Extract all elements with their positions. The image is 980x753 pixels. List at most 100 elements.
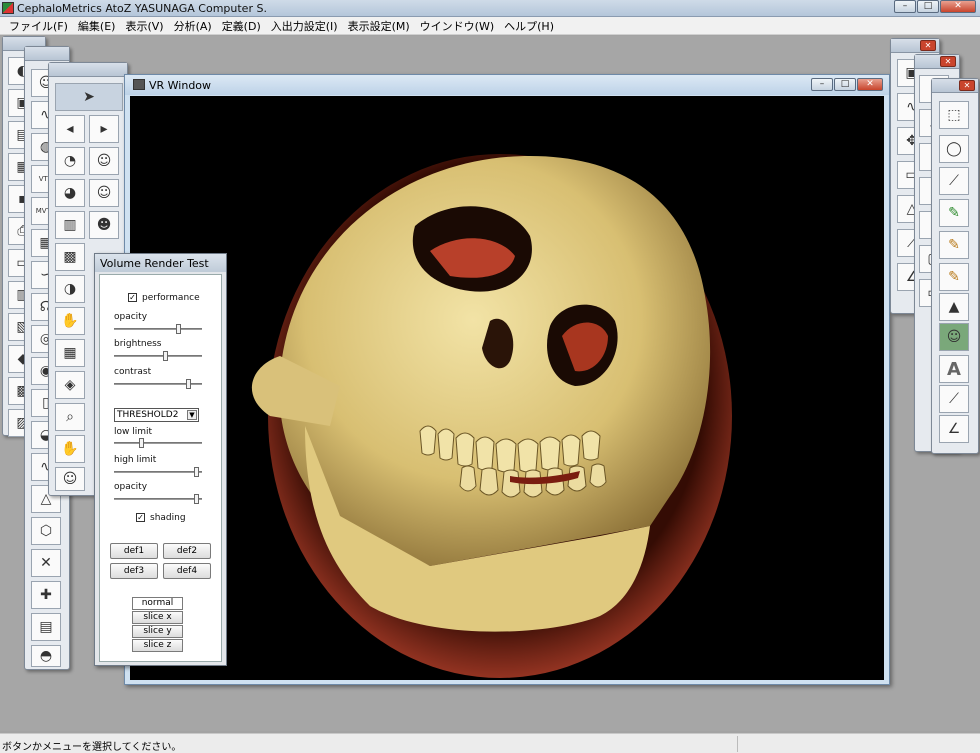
palette-titlebar[interactable] <box>25 47 69 61</box>
shading-checkbox[interactable]: ✓ <box>136 513 145 522</box>
slice-y-button[interactable]: slice y <box>132 625 183 638</box>
angle-tool-icon[interactable]: ∠ <box>939 415 969 443</box>
vrt-title: Volume Render Test <box>100 257 209 270</box>
status-pane <box>737 736 978 752</box>
menu-io-settings[interactable]: 入出力設定(I) <box>266 18 343 34</box>
face-frontal-icon[interactable]: ☺ <box>89 179 119 207</box>
photo-portrait-icon[interactable]: ☺ <box>939 323 969 351</box>
surface-icon[interactable]: ⬡ <box>31 517 61 545</box>
rotate-right-icon[interactable]: ▸ <box>89 115 119 143</box>
close-icon[interactable]: ✕ <box>940 56 956 67</box>
skull-lateral-icon[interactable]: ◔ <box>55 147 85 175</box>
vr-window-titlebar[interactable]: VR Window – □ ✕ <box>125 75 889 95</box>
menu-edit[interactable]: 編集(E) <box>73 18 121 34</box>
low-limit-slider-thumb[interactable] <box>139 438 144 448</box>
def4-button[interactable]: def4 <box>163 563 211 579</box>
high-limit-slider-thumb[interactable] <box>194 467 199 477</box>
palette-titlebar[interactable] <box>49 63 127 77</box>
menu-analysis[interactable]: 分析(A) <box>169 18 217 34</box>
hand-xray-icon[interactable]: ✋ <box>55 307 85 335</box>
marquee-select-icon[interactable]: ⬚ <box>939 101 969 129</box>
hand-pan-icon[interactable]: ✋ <box>55 435 85 463</box>
menu-help[interactable]: ヘルプ(H) <box>499 18 559 34</box>
eyedropper-icon[interactable]: ⟋ <box>939 167 969 195</box>
window-controls: – □ ✕ <box>894 0 976 13</box>
app-titlebar: CephaloMetrics AtoZ YASUNAGA Computer S.… <box>0 0 980 17</box>
pointer-icon[interactable]: ➤ <box>55 83 123 111</box>
menu-window[interactable]: ウインドウ(W) <box>415 18 499 34</box>
brightness-slider[interactable] <box>114 351 202 361</box>
maximize-button[interactable]: □ <box>917 0 939 13</box>
vr-minimize-button[interactable]: – <box>811 78 833 91</box>
text-tool-icon[interactable]: A <box>939 355 969 383</box>
dental-icon[interactable]: ▥ <box>55 211 85 239</box>
vr-window-title: VR Window <box>149 79 212 92</box>
dna-icon[interactable]: ✕ <box>31 549 61 577</box>
def1-button[interactable]: def1 <box>110 543 158 559</box>
high-limit-slider[interactable] <box>114 467 202 477</box>
pencil-icon[interactable]: ✎ <box>939 231 969 259</box>
opacity-label: opacity <box>114 312 148 322</box>
vr-close-button[interactable]: ✕ <box>857 78 883 91</box>
threshold-mode-value: THRESHOLD2 <box>117 410 179 420</box>
opacity-slider-thumb[interactable] <box>176 324 181 334</box>
cross-icon[interactable]: ✚ <box>31 581 61 609</box>
normal-button[interactable]: normal <box>132 597 183 610</box>
slice-z-button[interactable]: slice z <box>132 639 183 652</box>
menu-view[interactable]: 表示(V) <box>120 18 168 34</box>
menu-file[interactable]: ファイル(F) <box>4 18 73 34</box>
report-icon[interactable]: ▤ <box>31 613 61 641</box>
close-icon[interactable]: ✕ <box>959 80 975 91</box>
palette-titlebar[interactable]: ✕ <box>891 39 939 53</box>
paint-bucket-icon[interactable]: ▲ <box>939 293 969 321</box>
status-bar: ボタンかメニューを選択してください。 <box>0 733 980 753</box>
brush-icon[interactable]: ✎ <box>939 263 969 291</box>
brightness-label: brightness <box>114 339 162 349</box>
minimize-button[interactable]: – <box>894 0 916 13</box>
palette-titlebar[interactable]: ✕ <box>932 79 978 93</box>
skull-thumbnail-icon[interactable]: ◓ <box>31 645 61 667</box>
app-title: CephaloMetrics AtoZ YASUNAGA Computer S. <box>17 2 267 15</box>
performance-label: performance <box>142 293 200 303</box>
vrt-titlebar[interactable]: Volume Render Test <box>95 254 226 272</box>
contrast-slider-thumb[interactable] <box>186 379 191 389</box>
threshold-mode-select[interactable]: THRESHOLD2 ▼ <box>114 408 199 422</box>
xray-icon[interactable]: ▩ <box>55 243 85 271</box>
teeth-icon[interactable]: ▦ <box>55 339 85 367</box>
contrast-slider[interactable] <box>114 379 202 389</box>
close-icon[interactable]: ✕ <box>920 40 936 51</box>
skull-frontal-icon[interactable]: ◕ <box>55 179 85 207</box>
menu-display-settings[interactable]: 表示設定(M) <box>343 18 415 34</box>
close-button[interactable]: ✕ <box>940 0 976 13</box>
status-message: ボタンかメニューを選択してください。 <box>2 742 182 753</box>
brightness-slider-thumb[interactable] <box>163 351 168 361</box>
volume-render-test-panel: Volume Render Test ✓ performance opacity… <box>94 253 227 666</box>
def2-button[interactable]: def2 <box>163 543 211 559</box>
menu-define[interactable]: 定義(D) <box>217 18 266 34</box>
volume-render-viewport[interactable] <box>130 96 884 680</box>
line-tool-icon[interactable]: ⟋ <box>939 385 969 413</box>
cube-rotate-icon[interactable]: ◈ <box>55 371 85 399</box>
opacity2-slider[interactable] <box>114 494 202 504</box>
def3-button[interactable]: def3 <box>110 563 158 579</box>
menu-bar: ファイル(F) 編集(E) 表示(V) 分析(A) 定義(D) 入出力設定(I)… <box>0 17 980 35</box>
smile-icon[interactable]: ☻ <box>89 211 119 239</box>
slice-x-button[interactable]: slice x <box>132 611 183 624</box>
face-lateral-icon[interactable]: ☺ <box>89 147 119 175</box>
green-pencil-icon[interactable]: ✎ <box>939 199 969 227</box>
low-limit-slider[interactable] <box>114 438 202 448</box>
vr-maximize-button[interactable]: □ <box>834 78 856 91</box>
zoom-icon[interactable]: ⌕ <box>55 403 85 431</box>
contrast-label: contrast <box>114 367 152 377</box>
drawing-tools-palette: ✕ ⬚ ◯ ⟋ ✎ ✎ ✎ ▲ ☺ A ⟋ ∠ <box>931 78 979 454</box>
rotate-left-icon[interactable]: ◂ <box>55 115 85 143</box>
opacity-slider[interactable] <box>114 324 202 334</box>
skull-base-icon[interactable]: ◑ <box>55 275 85 303</box>
lasso-icon[interactable]: ◯ <box>939 135 969 163</box>
opacity2-slider-thumb[interactable] <box>194 494 199 504</box>
performance-checkbox[interactable]: ✓ <box>128 293 137 302</box>
patients-icon[interactable]: ☺ <box>55 467 85 491</box>
app-icon <box>2 2 14 14</box>
palette-titlebar[interactable]: ✕ <box>915 55 959 69</box>
chevron-down-icon[interactable]: ▼ <box>187 410 197 420</box>
